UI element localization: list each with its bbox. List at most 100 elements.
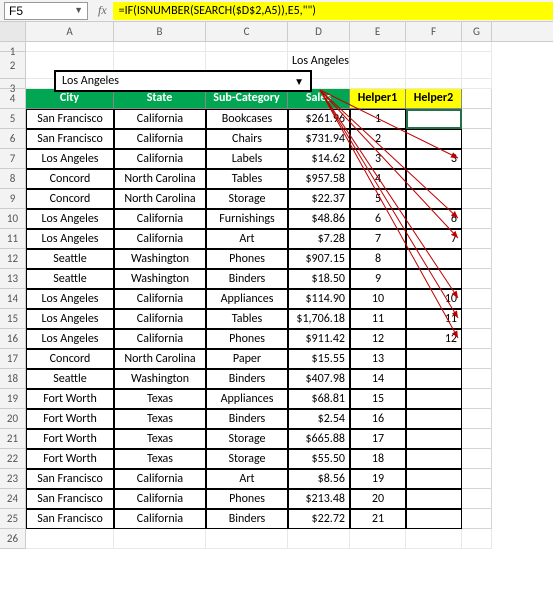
cell[interactable]: 13 xyxy=(350,349,406,369)
cell[interactable]: 16 xyxy=(350,409,406,429)
cell[interactable]: 14 xyxy=(350,369,406,389)
row-header[interactable]: 24 xyxy=(0,489,26,509)
cell[interactable]: $55.50 xyxy=(288,449,350,469)
cell[interactable]: California xyxy=(114,509,206,529)
cell[interactable]: San Francisco xyxy=(26,129,114,149)
cell[interactable]: Binders xyxy=(206,509,288,529)
name-box[interactable]: ▼ xyxy=(4,2,88,20)
cell[interactable]: Sales xyxy=(288,89,350,109)
cell[interactable]: City xyxy=(26,89,114,109)
col-header-D[interactable]: D xyxy=(288,22,350,41)
cell[interactable]: Los Angeles xyxy=(26,229,114,249)
cell[interactable]: California xyxy=(114,469,206,489)
cell[interactable] xyxy=(462,209,492,229)
cell[interactable]: Washington xyxy=(114,249,206,269)
cell[interactable]: $18.50 xyxy=(288,269,350,289)
cell[interactable]: Texas xyxy=(114,449,206,469)
row-header[interactable]: 11 xyxy=(0,229,26,249)
cell[interactable]: Seattle xyxy=(26,269,114,289)
cell[interactable]: 2 xyxy=(350,129,406,149)
row-header[interactable]: 20 xyxy=(0,409,26,429)
col-header-F[interactable]: F xyxy=(406,22,462,41)
cell[interactable]: California xyxy=(114,309,206,329)
cell[interactable]: $1,706.18 xyxy=(288,309,350,329)
cell[interactable]: 8 xyxy=(350,249,406,269)
cell[interactable]: Texas xyxy=(114,389,206,409)
cell[interactable]: 3 xyxy=(406,149,462,169)
cell[interactable] xyxy=(350,529,406,549)
cell[interactable]: Phones xyxy=(206,329,288,349)
cell[interactable]: $48.86 xyxy=(288,209,350,229)
cell[interactable]: 10 xyxy=(406,289,462,309)
cell[interactable] xyxy=(406,349,462,369)
cell[interactable] xyxy=(462,389,492,409)
cell[interactable]: Los Angeles xyxy=(26,329,114,349)
cell[interactable]: Phones xyxy=(206,249,288,269)
cell[interactable]: 6 xyxy=(406,209,462,229)
cell[interactable] xyxy=(406,489,462,509)
cell[interactable] xyxy=(406,409,462,429)
cell[interactable]: $8.56 xyxy=(288,469,350,489)
cell[interactable] xyxy=(406,369,462,389)
chevron-down-icon[interactable]: ▼ xyxy=(74,5,83,16)
cell[interactable]: $213.48 xyxy=(288,489,350,509)
cell[interactable] xyxy=(406,529,462,549)
row-header[interactable]: 18 xyxy=(0,369,26,389)
row-header[interactable]: 14 xyxy=(0,289,26,309)
cell[interactable]: 7 xyxy=(406,229,462,249)
cell[interactable] xyxy=(462,109,492,129)
cell[interactable]: $2.54 xyxy=(288,409,350,429)
cell[interactable]: $22.37 xyxy=(288,189,350,209)
cell[interactable] xyxy=(462,529,492,549)
cell[interactable]: Seattle xyxy=(26,369,114,389)
cell[interactable]: California xyxy=(114,129,206,149)
cell[interactable]: Fort Worth xyxy=(26,409,114,429)
cell[interactable]: Helper2 xyxy=(406,89,462,109)
cell[interactable] xyxy=(288,529,350,549)
cell[interactable]: Fort Worth xyxy=(26,429,114,449)
cell[interactable]: Los Angeles xyxy=(26,149,114,169)
cell[interactable]: $68.81 xyxy=(288,389,350,409)
cell[interactable]: California xyxy=(114,209,206,229)
cell[interactable]: $731.94 xyxy=(288,129,350,149)
row-header[interactable]: 4 xyxy=(0,89,26,109)
cell[interactable]: Binders xyxy=(206,409,288,429)
cell[interactable]: Furnishings xyxy=(206,209,288,229)
cell[interactable]: 11 xyxy=(406,309,462,329)
cell[interactable] xyxy=(350,52,406,79)
cell[interactable]: $407.98 xyxy=(288,369,350,389)
cell[interactable]: Appliances xyxy=(206,389,288,409)
row-header[interactable]: 2 xyxy=(0,52,26,79)
cell[interactable]: Los Angeles xyxy=(26,309,114,329)
cell[interactable]: Texas xyxy=(114,409,206,429)
cell[interactable]: 15 xyxy=(350,389,406,409)
cell[interactable]: San Francisco xyxy=(26,109,114,129)
cell[interactable]: Sub-Category xyxy=(206,89,288,109)
cell[interactable] xyxy=(462,42,492,52)
row-header[interactable]: 13 xyxy=(0,269,26,289)
cell[interactable]: California xyxy=(114,289,206,309)
cell[interactable]: Washington xyxy=(114,269,206,289)
cell[interactable]: 19 xyxy=(350,469,406,489)
col-header-G[interactable]: G xyxy=(462,22,492,41)
row-header[interactable]: 6 xyxy=(0,129,26,149)
cell[interactable] xyxy=(462,149,492,169)
cell[interactable] xyxy=(462,469,492,489)
select-all-corner[interactable] xyxy=(0,22,26,41)
cell[interactable]: $14.62 xyxy=(288,149,350,169)
cell[interactable]: 3 xyxy=(350,149,406,169)
cell[interactable] xyxy=(114,42,206,52)
cell[interactable]: Chairs xyxy=(206,129,288,149)
cell[interactable] xyxy=(462,249,492,269)
cell[interactable]: San Francisco xyxy=(26,469,114,489)
cell[interactable] xyxy=(462,309,492,329)
row-header[interactable]: 1 xyxy=(0,42,26,52)
cell[interactable]: State xyxy=(114,89,206,109)
row-header[interactable]: 10 xyxy=(0,209,26,229)
row-header[interactable]: 17 xyxy=(0,349,26,369)
row-header[interactable]: 12 xyxy=(0,249,26,269)
cell[interactable]: 11 xyxy=(350,309,406,329)
cell[interactable] xyxy=(462,169,492,189)
cell[interactable]: Concord xyxy=(26,169,114,189)
cell[interactable] xyxy=(462,429,492,449)
